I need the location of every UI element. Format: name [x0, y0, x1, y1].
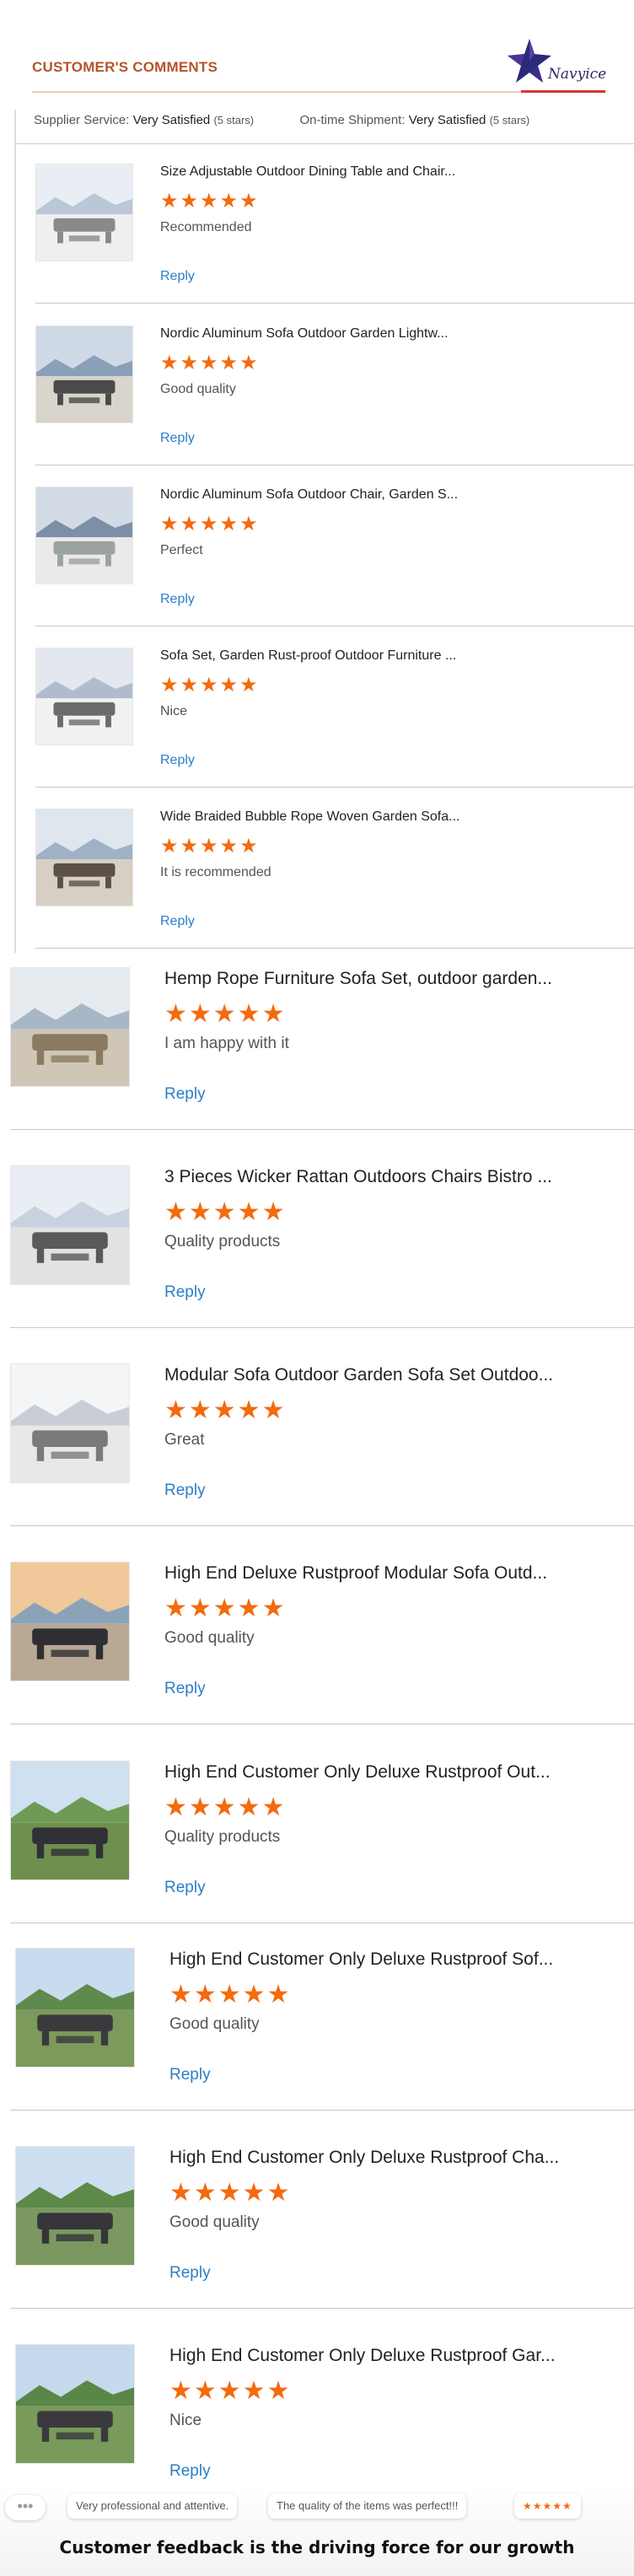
- rating-stars: ★★★★★: [169, 2377, 292, 2405]
- review-comment: Nice: [160, 704, 188, 718]
- product-title[interactable]: High End Deluxe Rustproof Modular Sofa O…: [164, 1563, 578, 1584]
- product-thumbnail[interactable]: [35, 487, 133, 584]
- review-comment: Recommended: [160, 220, 252, 234]
- reply-link[interactable]: Reply: [164, 1680, 206, 1698]
- review-comment: Good quality: [164, 1629, 255, 1647]
- product-thumbnail[interactable]: [15, 1948, 135, 2068]
- footer: ••• Very professional and attentive. The…: [0, 2483, 634, 2576]
- review-comment: Great: [164, 1431, 205, 1449]
- review-divider: [10, 1525, 634, 1526]
- header: CUSTOMER'S COMMENTS Navyice: [0, 0, 634, 94]
- review-comment: Quality products: [164, 1828, 281, 1846]
- more-dots-icon[interactable]: •••: [5, 2495, 46, 2520]
- rating-stars: ★★★★★: [160, 835, 260, 858]
- product-thumbnail[interactable]: [35, 325, 133, 423]
- rating-stars: ★★★★★: [160, 513, 260, 535]
- rating-stars: ★★★★★: [164, 1198, 287, 1226]
- review-divider: [10, 2308, 634, 2309]
- summary-divider: [16, 143, 634, 144]
- reply-link[interactable]: Reply: [164, 1879, 206, 1897]
- feedback-chip-stars[interactable]: ★★★★★: [514, 2493, 581, 2519]
- product-thumbnail[interactable]: [15, 2146, 135, 2266]
- shipment-label: On-time Shipment:: [299, 113, 406, 127]
- brand-name: Navyice: [548, 66, 607, 83]
- left-divider: [14, 110, 16, 953]
- product-title[interactable]: Wide Braided Bubble Rope Woven Garden So…: [160, 809, 497, 825]
- product-title[interactable]: 3 Pieces Wicker Rattan Outdoors Chairs B…: [164, 1167, 578, 1187]
- review-divider: [10, 2110, 634, 2111]
- header-rule: [32, 91, 605, 93]
- reply-link[interactable]: Reply: [160, 431, 195, 446]
- rating-stars: ★★★★★: [164, 1794, 287, 1821]
- rating-stars: ★★★★★: [160, 674, 260, 696]
- product-thumbnail[interactable]: [35, 648, 133, 745]
- reply-link[interactable]: Reply: [169, 2462, 211, 2481]
- product-title[interactable]: Sofa Set, Garden Rust-proof Outdoor Furn…: [160, 648, 497, 664]
- rating-stars: ★★★★★: [164, 1595, 287, 1622]
- product-thumbnail[interactable]: [35, 164, 133, 261]
- review-divider: [10, 1327, 634, 1328]
- review-comment: Nice: [169, 2412, 202, 2429]
- footer-tagline: Customer feedback is the driving force f…: [59, 2537, 575, 2557]
- rating-stars: ★★★★★: [164, 1000, 287, 1028]
- brand-logo[interactable]: Navyice: [504, 37, 614, 89]
- review-comment: I am happy with it: [164, 1035, 289, 1052]
- review-comment: Good quality: [169, 2015, 260, 2033]
- product-title[interactable]: Size Adjustable Outdoor Dining Table and…: [160, 164, 497, 180]
- product-title[interactable]: High End Customer Only Deluxe Rustproof …: [169, 2346, 583, 2366]
- product-thumbnail[interactable]: [10, 1165, 130, 1285]
- rating-summary: Supplier Service: Very Satisfied (5 star…: [34, 113, 529, 127]
- supplier-value: Very Satisfied: [132, 113, 211, 127]
- product-thumbnail[interactable]: [35, 809, 133, 906]
- reply-link[interactable]: Reply: [160, 753, 195, 768]
- product-thumbnail[interactable]: [10, 967, 130, 1087]
- reply-link[interactable]: Reply: [164, 1482, 206, 1500]
- reply-link[interactable]: Reply: [160, 269, 195, 284]
- supplier-stars: (5 stars): [213, 114, 255, 126]
- reply-link[interactable]: Reply: [164, 1283, 206, 1302]
- rating-stars: ★★★★★: [169, 1981, 292, 2009]
- rating-stars: ★★★★★: [169, 2179, 292, 2207]
- review-divider: [35, 787, 634, 788]
- reply-link[interactable]: Reply: [169, 2264, 211, 2283]
- shipment-stars: (5 stars): [489, 114, 530, 126]
- rating-stars: ★★★★★: [160, 190, 260, 212]
- product-title[interactable]: High End Customer Only Deluxe Rustproof …: [169, 1949, 583, 1970]
- product-thumbnail[interactable]: [10, 1562, 130, 1681]
- review-comment: Perfect: [160, 543, 203, 557]
- review-divider: [35, 948, 634, 949]
- reply-link[interactable]: Reply: [169, 2066, 211, 2084]
- reply-link[interactable]: Reply: [160, 914, 195, 929]
- review-comment: Quality products: [164, 1233, 281, 1250]
- product-title[interactable]: Nordic Aluminum Sofa Outdoor Garden Ligh…: [160, 326, 497, 341]
- review-comment: Good quality: [160, 382, 236, 396]
- product-title[interactable]: Hemp Rope Furniture Sofa Set, outdoor ga…: [164, 969, 578, 989]
- reply-link[interactable]: Reply: [164, 1085, 206, 1104]
- product-title[interactable]: High End Customer Only Deluxe Rustproof …: [164, 1762, 578, 1783]
- product-thumbnail[interactable]: [10, 1363, 130, 1483]
- supplier-label: Supplier Service:: [34, 113, 130, 127]
- review-divider: [10, 1129, 634, 1130]
- review-comment: It is recommended: [160, 865, 271, 879]
- product-thumbnail[interactable]: [15, 2344, 135, 2464]
- review-divider: [35, 626, 634, 627]
- feedback-chip[interactable]: Very professional and attentive.: [67, 2493, 238, 2519]
- page-title: CUSTOMER'S COMMENTS: [32, 59, 218, 75]
- feedback-chip[interactable]: The quality of the items was perfect!!!: [268, 2493, 467, 2519]
- rating-stars: ★★★★★: [160, 352, 260, 374]
- reply-link[interactable]: Reply: [160, 592, 195, 607]
- rating-stars: ★★★★★: [164, 1396, 287, 1424]
- product-thumbnail[interactable]: [10, 1761, 130, 1880]
- product-title[interactable]: Nordic Aluminum Sofa Outdoor Chair, Gard…: [160, 487, 497, 503]
- product-title[interactable]: High End Customer Only Deluxe Rustproof …: [169, 2148, 583, 2168]
- product-title[interactable]: Modular Sofa Outdoor Garden Sofa Set Out…: [164, 1365, 578, 1385]
- review-divider: [35, 303, 634, 304]
- review-comment: Good quality: [169, 2213, 260, 2231]
- shipment-value: Very Satisfied: [408, 113, 486, 127]
- header-rule-accent: [521, 90, 605, 93]
- logo-star-icon: [508, 39, 551, 83]
